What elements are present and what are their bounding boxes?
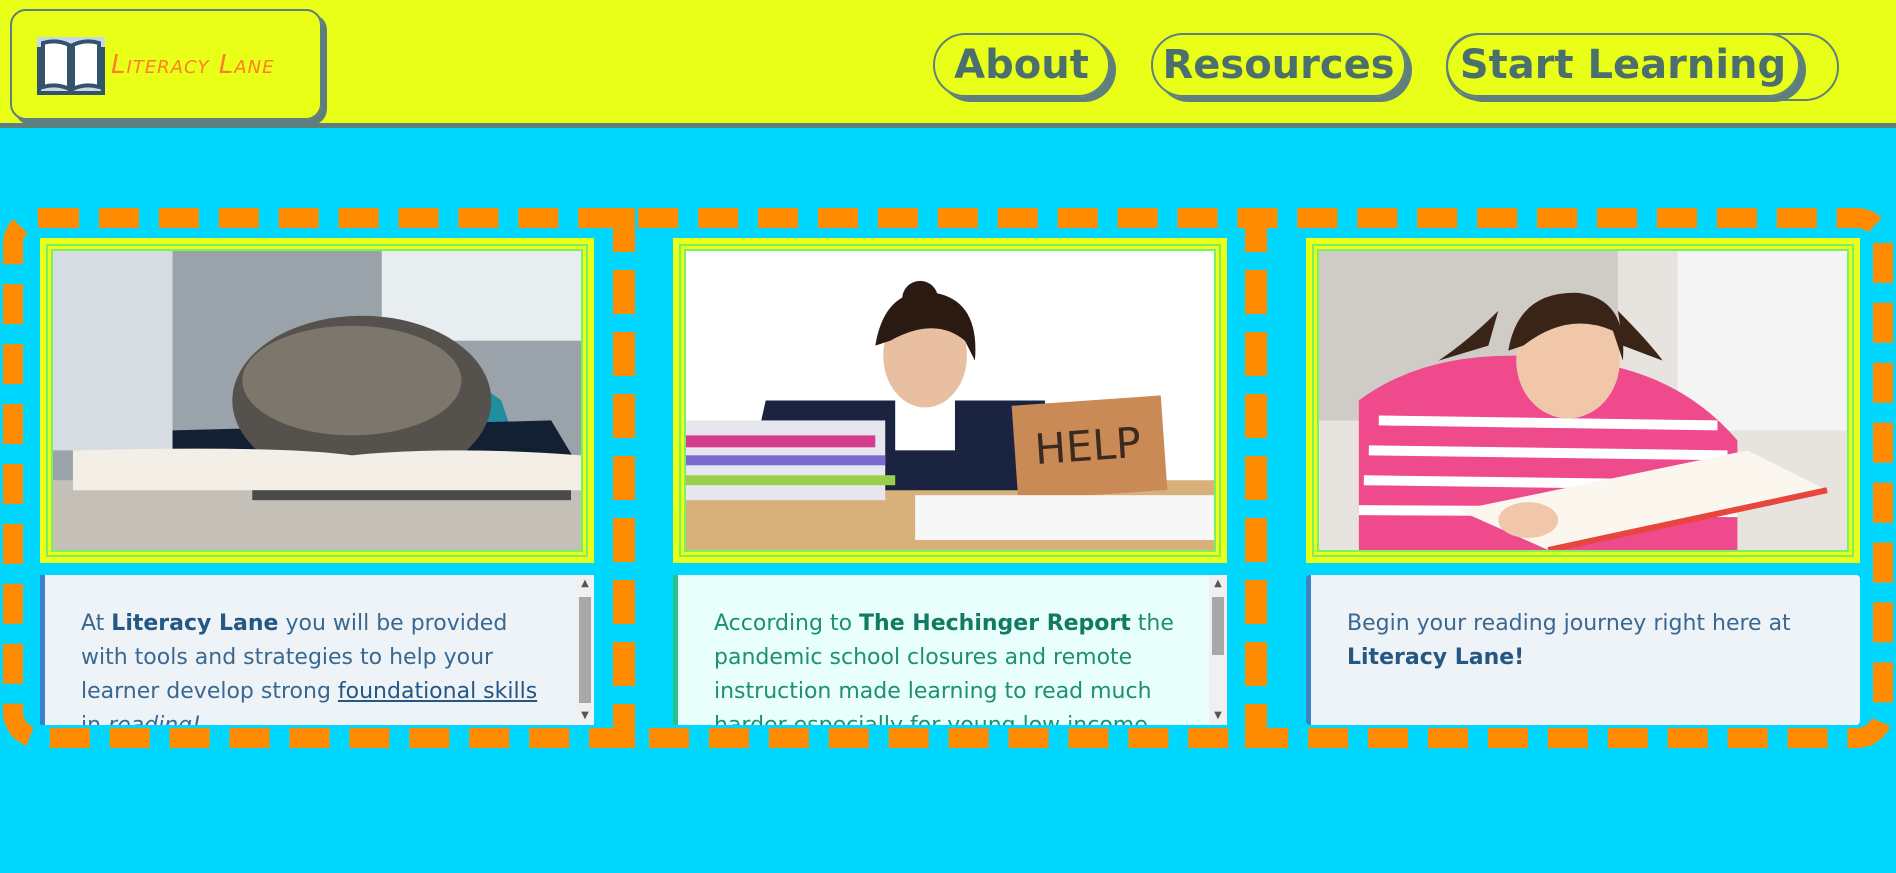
photo-child-on-book [51,249,583,552]
scroll-down-arrow-icon[interactable]: ▼ [576,707,594,725]
scrollbar[interactable]: ▲ ▼ [576,575,594,725]
brand-name: Literacy Lane [111,611,279,636]
girl-help-sign-image: HELP [686,251,1214,550]
scroll-down-arrow-icon[interactable]: ▼ [1209,707,1227,725]
site-header: Literacy Lane About Resources Start Lear… [0,0,1896,128]
card-1: At Literacy Lane you will be provided wi… [40,238,594,725]
girl-reading-image [1319,251,1847,550]
scroll-up-arrow-icon[interactable]: ▲ [1209,575,1227,593]
scrollbar-thumb[interactable] [579,597,591,703]
card-2: HELP According to The Hechinger Report t… [673,238,1227,725]
text: Begin your reading journey right here at [1347,611,1791,636]
logo-link[interactable]: Literacy Lane [10,9,322,120]
nav-resources-button[interactable]: Resources [1151,33,1406,97]
foundational-skills-link[interactable]: foundational skills [338,679,537,704]
child-on-book-image [53,251,581,550]
open-book-icon [37,36,105,95]
card-3-text: Begin your reading journey right here at… [1306,575,1860,725]
scrollbar-thumb[interactable] [1212,597,1224,655]
photo-girl-reading [1317,249,1849,552]
dashed-divider [1245,208,1267,748]
card-2-text[interactable]: According to The Hechinger Report the pa… [673,575,1227,725]
scroll-up-arrow-icon[interactable]: ▲ [576,575,594,593]
scrollbar[interactable]: ▲ ▼ [1209,575,1227,725]
photo-frame [40,238,594,563]
dashed-divider [613,208,635,748]
photo-girl-help-sign: HELP [684,249,1216,552]
brand-name: Literacy Lane! [1347,645,1525,670]
emphasis-text: reading! [108,713,201,725]
nav-start-learning-button[interactable]: Start Learning [1446,33,1800,97]
card-1-text[interactable]: At Literacy Lane you will be provided wi… [40,575,594,725]
text: in [81,713,108,725]
nav-about-button[interactable]: About [933,33,1110,97]
source-name: The Hechinger Report [859,611,1131,636]
text: According to [714,611,860,636]
text: At [81,611,112,636]
card-3: Begin your reading journey right here at… [1306,238,1860,725]
photo-frame [1306,238,1860,563]
logo-text: Literacy Lane [111,49,275,80]
photo-frame: HELP [673,238,1227,563]
help-sign-text: HELP [1033,418,1143,474]
